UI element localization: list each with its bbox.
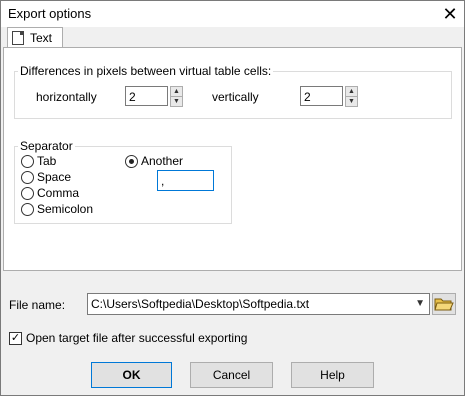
open-after-export-label: Open target file after successful export…	[26, 331, 248, 345]
radio-button[interactable]	[21, 171, 34, 184]
help-button[interactable]: Help	[291, 362, 374, 388]
tab-text-label: Text	[30, 31, 53, 45]
browse-button[interactable]	[432, 293, 456, 315]
check-icon[interactable]: ✓	[9, 332, 22, 345]
radio-semicolon-label: Semicolon	[37, 202, 94, 216]
radio-button[interactable]	[21, 187, 34, 200]
ok-button[interactable]: OK	[91, 362, 172, 388]
radio-comma[interactable]: Comma	[21, 186, 101, 201]
radio-button[interactable]	[21, 155, 34, 168]
title-bar: Export options ✕	[1, 1, 464, 27]
radio-button-selected[interactable]	[125, 155, 138, 168]
radio-tab-label: Tab	[37, 154, 57, 168]
file-name-value: C:\Users\Softpedia\Desktop\Softpedia.txt	[91, 297, 310, 311]
vertical-spinner[interactable]: ▲ ▼	[345, 86, 358, 107]
pixel-differences-title: Differences in pixels between virtual ta…	[18, 64, 274, 78]
close-icon[interactable]: ✕	[439, 3, 461, 25]
radio-space[interactable]: Space	[21, 170, 101, 185]
another-separator-input[interactable]: ,	[157, 170, 214, 191]
radio-another[interactable]: Another	[125, 154, 205, 169]
horizontal-input[interactable]: 2	[125, 86, 168, 106]
file-name-combobox[interactable]: C:\Users\Softpedia\Desktop\Softpedia.txt…	[87, 293, 430, 315]
radio-button[interactable]	[21, 203, 34, 216]
horizontal-spinner[interactable]: ▲ ▼	[170, 86, 183, 107]
horizontally-label: horizontally	[36, 90, 97, 104]
separator-title: Separator	[18, 139, 75, 153]
folder-open-icon	[434, 298, 454, 311]
tab-text[interactable]: Text	[7, 27, 63, 48]
spin-down-icon[interactable]: ▼	[170, 96, 183, 107]
open-after-export-checkbox[interactable]: ✓ Open target file after successful expo…	[9, 331, 269, 346]
spin-down-icon[interactable]: ▼	[345, 96, 358, 107]
document-icon	[12, 31, 24, 45]
vertical-input[interactable]: 2	[300, 86, 343, 106]
radio-comma-label: Comma	[37, 186, 80, 200]
chevron-down-icon[interactable]: ▼	[415, 298, 425, 309]
radio-tab[interactable]: Tab	[21, 154, 101, 169]
window-title: Export options	[8, 6, 92, 21]
radio-space-label: Space	[37, 170, 72, 184]
file-name-label: File name:	[9, 298, 66, 312]
vertically-label: vertically	[212, 90, 259, 104]
radio-another-label: Another	[141, 154, 184, 168]
cancel-button[interactable]: Cancel	[190, 362, 273, 388]
radio-semicolon[interactable]: Semicolon	[21, 202, 111, 217]
